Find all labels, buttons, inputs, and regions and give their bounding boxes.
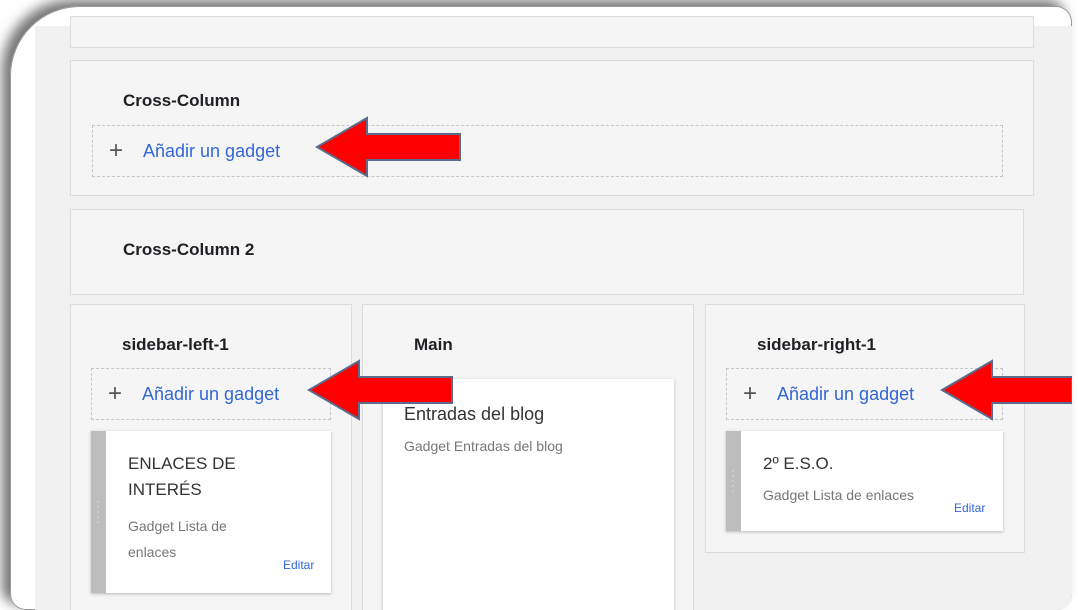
annotation-arrow-icon [315,116,461,178]
section-main: Main Entradas del blog Gadget Entradas d… [362,304,694,610]
add-gadget-label: Añadir un gadget [142,383,280,404]
add-gadget-button[interactable]: + Añadir un gadget [92,125,1003,177]
add-gadget-label: Añadir un gadget [777,383,915,404]
gadget-card[interactable]: · · · · · 2º E.S.O. Gadget Lista de enlaces … [726,431,1003,531]
add-gadget-label: Añadir un gadget [143,140,281,161]
add-gadget-button[interactable]: + Añadir un gadget [91,368,331,420]
annotation-arrow-icon [307,359,453,421]
drag-handle[interactable]: · · · · · [726,431,741,531]
edit-link[interactable]: Editar [954,501,985,515]
section-title: sidebar-left-1 [122,335,229,354]
drag-dots-icon: · · · · · [96,496,100,527]
drag-handle[interactable]: · · · · · [91,431,106,593]
screenshot-frame: Cross-Column + Añadir un gadget Cross-Co… [10,6,1072,610]
gadget-title: 2º E.S.O. [763,454,834,473]
plus-icon: + [109,137,124,164]
gadget-type: Gadget Lista de enlaces [763,487,914,503]
section-top-partial [70,16,1034,48]
plus-icon: + [743,380,758,407]
gadget-title: ENLACES DE INTERÉS [128,454,236,499]
drag-dots-icon: · · · · · [731,465,735,496]
gadget-card[interactable]: · · · · · ENLACES DE INTERÉS Gadget Lista de… [91,431,331,593]
layout-canvas: Cross-Column + Añadir un gadget Cross-Co… [35,16,1072,610]
gadget-type: Gadget Lista de enlaces [128,518,227,560]
section-cross-column: Cross-Column + Añadir un gadget [70,60,1034,196]
annotation-arrow-icon [940,359,1072,421]
section-title: Cross-Column [123,91,241,110]
section-title: Main [414,335,453,354]
section-title: Cross-Column 2 [123,240,255,259]
section-sidebar-left: sidebar-left-1 + Añadir un gadget · · · · · … [70,304,352,610]
edit-link[interactable]: Editar [283,558,314,572]
gadget-type: Gadget Entradas del blog [404,438,563,454]
section-title: sidebar-right-1 [757,335,877,354]
section-cross-column-2: Cross-Column 2 [70,209,1024,295]
plus-icon: + [108,380,123,407]
section-sidebar-right: sidebar-right-1 + Añadir un gadget · · · · ·… [705,304,1025,553]
